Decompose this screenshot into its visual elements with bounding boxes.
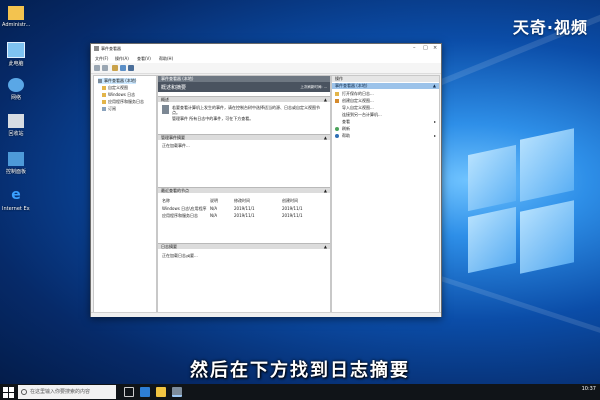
col-header-created[interactable]: 创建时间 [282,198,298,204]
action-import-custom-view[interactable]: 导入自定义视图... [332,104,439,111]
overview-text-2: 管理事件 所有日志中的事件，可在下方查看。 [172,116,254,121]
desktop-icon-recycle-bin[interactable]: 回收站 [2,114,30,137]
col-header-modified[interactable]: 修改时间 [234,198,250,204]
open-log-icon [335,92,339,96]
overview-text: 若要查看计算机上发生的事件，请在控制台树中选择适当的源、日志或自定义视图节点。 [172,105,320,115]
status-bar [91,312,441,317]
tree-item-custom-views[interactable]: 自定义视图 [102,85,128,91]
log-summary-loading-text: 正在加载日志摘要... [162,253,198,258]
help-icon [335,134,339,138]
forward-icon[interactable] [102,65,108,71]
chevron-right-icon: ▸ [433,119,436,124]
recycle-bin-icon [8,114,24,128]
event-viewer-icon [98,79,102,83]
taskbar: 在这里输入你要搜索的内容 10:37 [0,384,600,400]
menu-action[interactable]: 操作(A) [115,56,129,62]
actions-header: 操作 [332,76,439,82]
action-refresh[interactable]: 刷新 [332,125,439,132]
file-explorer-icon[interactable] [156,387,166,397]
subscriptions-icon [102,107,106,111]
chevron-right-icon: ▸ [433,133,436,138]
search-icon [21,389,27,395]
collapse-icon: ▲ [432,83,436,88]
action-help[interactable]: 帮助 ▸ [332,132,439,139]
center-pane: 事件查看器 (本地) 概述和摘要 上次刷新时间: ... 概述 ▲ 若要查看计算机… [157,75,331,314]
console-tree: 事件查看器 (本地) 自定义视图 Windows 日志 应用程序和服务日志 订阅 [93,75,157,314]
minimize-button[interactable]: – [413,45,416,51]
desktop-icon-control-panel[interactable]: 控制面板 [2,152,30,175]
menu-view[interactable]: 查看(V) [137,56,151,62]
event-viewer-taskbar-icon[interactable] [172,387,182,397]
computer-icon [7,42,25,58]
folder-icon [102,86,106,90]
back-icon[interactable] [94,65,100,71]
folder-icon [8,6,24,20]
col-header-description[interactable]: 说明 [210,198,218,204]
network-icon [8,78,24,92]
tree-item-app-service-logs[interactable]: 应用程序和服务日志 [102,99,144,105]
admin-events-summary-header[interactable]: 管理事件摘要 ▲ [158,134,330,140]
recent-nodes-header[interactable]: 最近查看的节点 ▲ [158,187,330,193]
collapse-icon: ▲ [323,188,327,193]
clock[interactable]: 10:37 [582,386,596,392]
action-view[interactable]: 查看 ▸ [332,118,439,125]
collapse-icon: ▲ [323,135,327,140]
desktop-icon-network[interactable]: 网络 [2,78,30,101]
overview-section-header[interactable]: 概述 ▲ [158,96,330,102]
desktop-icon-internet-explorer[interactable]: e Internet Explorer [2,188,30,212]
log-summary-header[interactable]: 日志摘要 ▲ [158,243,330,249]
summary-loading-text: 正在加载事件... [162,143,190,148]
control-panel-icon [8,152,24,166]
app-icon [94,46,99,51]
banner-title: 概述和摘要 [161,85,187,91]
video-watermark: 天奇·视频 [512,18,588,37]
search-placeholder: 在这里输入你要搜索的内容 [30,389,91,395]
last-refresh-text: 上次刷新时间: ... [300,85,327,89]
toolbar [91,63,441,74]
folder-icon [102,93,106,97]
tree-item-subscriptions[interactable]: 订阅 [102,106,116,112]
menu-file[interactable]: 文件(F) [95,56,108,62]
task-view-icon[interactable] [124,387,134,397]
collapse-icon: ▲ [323,97,327,102]
event-log-icon [162,105,169,114]
video-subtitle: 然后在下方找到日志摘要 [190,360,410,381]
menu-bar: 文件(F) 操作(A) 查看(V) 帮助(H) [91,54,441,63]
action-create-custom-view[interactable]: 创建自定义视图... [332,97,439,104]
event-viewer-window: 事件查看器 – □ × 文件(F) 操作(A) 查看(V) 帮助(H) 事件查看… [90,43,442,317]
internet-explorer-icon: e [11,187,21,203]
help-icon[interactable] [128,65,134,71]
start-button[interactable] [2,386,14,398]
folder-icon [102,100,106,104]
col-header-name[interactable]: 名称 [162,198,170,204]
edge-icon[interactable] [140,387,150,397]
collapse-icon: ▲ [323,244,327,249]
maximize-button[interactable]: □ [423,45,428,51]
close-button[interactable]: × [433,45,437,51]
overview-banner: 概述和摘要 上次刷新时间: ... [158,82,330,92]
action-connect-computer[interactable]: 连接到另一台计算机... [332,111,439,118]
filter-icon [335,99,339,103]
refresh-icon [335,127,339,131]
title-bar: 事件查看器 – □ × [91,44,441,54]
actions-pane: 操作 事件查看器 (本地) ▲ 打开保存的日志... 创建自定义视图... 导入自… [331,75,440,314]
properties-icon[interactable] [120,65,126,71]
action-open-saved-log[interactable]: 打开保存的日志... [332,90,439,97]
folder-icon[interactable] [112,65,118,71]
taskbar-search-box[interactable]: 在这里输入你要搜索的内容 [18,385,116,399]
desktop-icon-user-folder[interactable]: Administr... [2,6,30,28]
window-title: 事件查看器 [101,46,121,51]
tree-item-event-viewer[interactable]: 事件查看器 (本地) [98,78,137,84]
windows-logo-wallpaper [468,128,578,280]
tree-item-windows-logs[interactable]: Windows 日志 [102,92,135,98]
actions-section-header[interactable]: 事件查看器 (本地) ▲ [332,83,439,89]
menu-help[interactable]: 帮助(H) [159,56,173,62]
desktop-icon-this-pc[interactable]: 此电脑 [2,42,30,67]
